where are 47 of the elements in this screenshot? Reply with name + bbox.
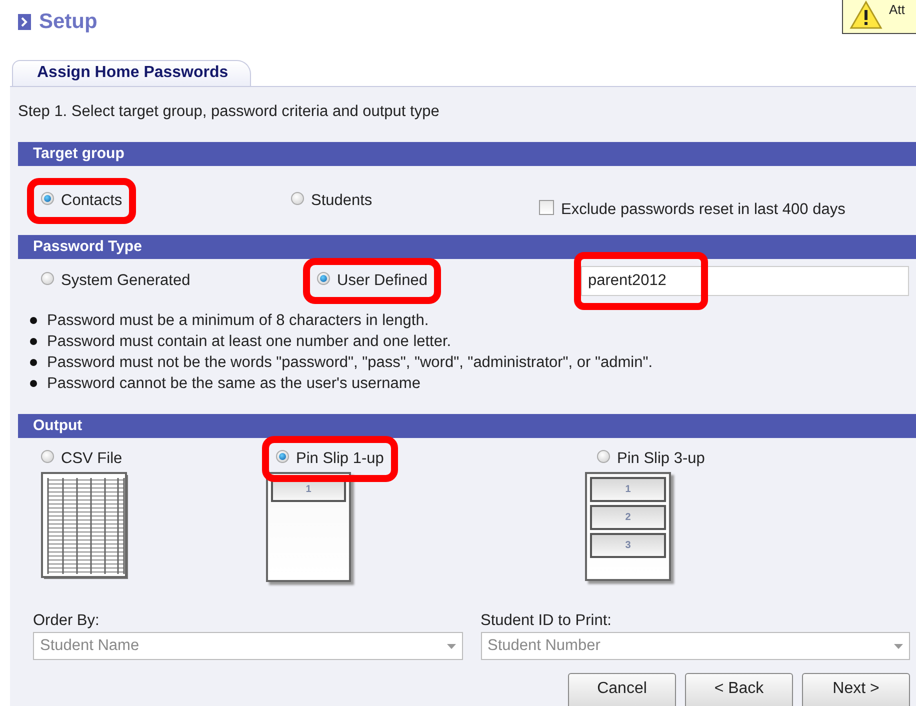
wizard-button[interactable]: Next > (802, 673, 910, 706)
section-header: Output (18, 414, 916, 438)
field-label: Student ID to Print: (480, 612, 612, 630)
pin-slip: 1 (590, 477, 666, 502)
option-label: Pin Slip 1-up (296, 450, 384, 468)
tab[interactable]: Assign Home Passwords (12, 60, 252, 86)
option-label: Contacts (61, 192, 122, 210)
bullet-icon (30, 359, 37, 366)
bullet-icon (30, 338, 37, 345)
option-label: System Generated (61, 272, 190, 290)
expand-icon[interactable] (18, 14, 31, 30)
radio-button[interactable] (291, 192, 304, 204)
section-header: Password Type (18, 235, 916, 259)
radio-button[interactable] (317, 272, 330, 284)
bullet-icon (30, 380, 37, 387)
radio-button[interactable] (276, 450, 289, 462)
checkbox[interactable] (539, 200, 554, 214)
radio-button[interactable] (597, 450, 610, 462)
pin-slip: 3 (590, 533, 666, 558)
dropdown[interactable]: Student Number (480, 632, 910, 660)
password-rule: Password cannot be the same as the user's username (47, 374, 420, 392)
field-label: Order By: (33, 612, 100, 630)
bullet-icon (30, 317, 37, 324)
dropdown[interactable]: Student Name (33, 632, 462, 660)
radio-button[interactable] (41, 450, 54, 462)
password-rule: Password must contain at least one number and one letter. (47, 332, 452, 350)
option-label: Pin Slip 3-up (617, 450, 705, 468)
pin-slip: 2 (590, 505, 666, 530)
step-instructions: Step 1. Select target group, password criteria and output type (17, 103, 440, 122)
caret-icon (894, 644, 903, 648)
radio-button[interactable] (41, 192, 54, 204)
password-rule: Password must not be the words "password", "pass", "word", "administrator", or "admin". (47, 354, 653, 372)
warning-icon (849, 0, 883, 30)
radio-button[interactable] (41, 272, 54, 284)
page-title: Setup (39, 10, 98, 34)
option-label: CSV File (61, 450, 122, 468)
wizard-button[interactable]: Cancel (568, 673, 676, 706)
option-label: Students (311, 192, 372, 210)
wizard-button[interactable]: < Back (685, 673, 793, 706)
spreadsheet-icon (41, 472, 131, 582)
section-header: Target group (18, 142, 916, 166)
alert-banner: Att (842, 0, 916, 34)
caret-icon (446, 644, 456, 648)
password-rule: Password must be a minimum of 8 characters in length. (47, 312, 429, 330)
option-label: User Defined (337, 272, 428, 290)
checkbox-label: Exclude passwords reset in last 400 days (561, 201, 846, 219)
password-field[interactable]: parent2012 (581, 266, 909, 296)
